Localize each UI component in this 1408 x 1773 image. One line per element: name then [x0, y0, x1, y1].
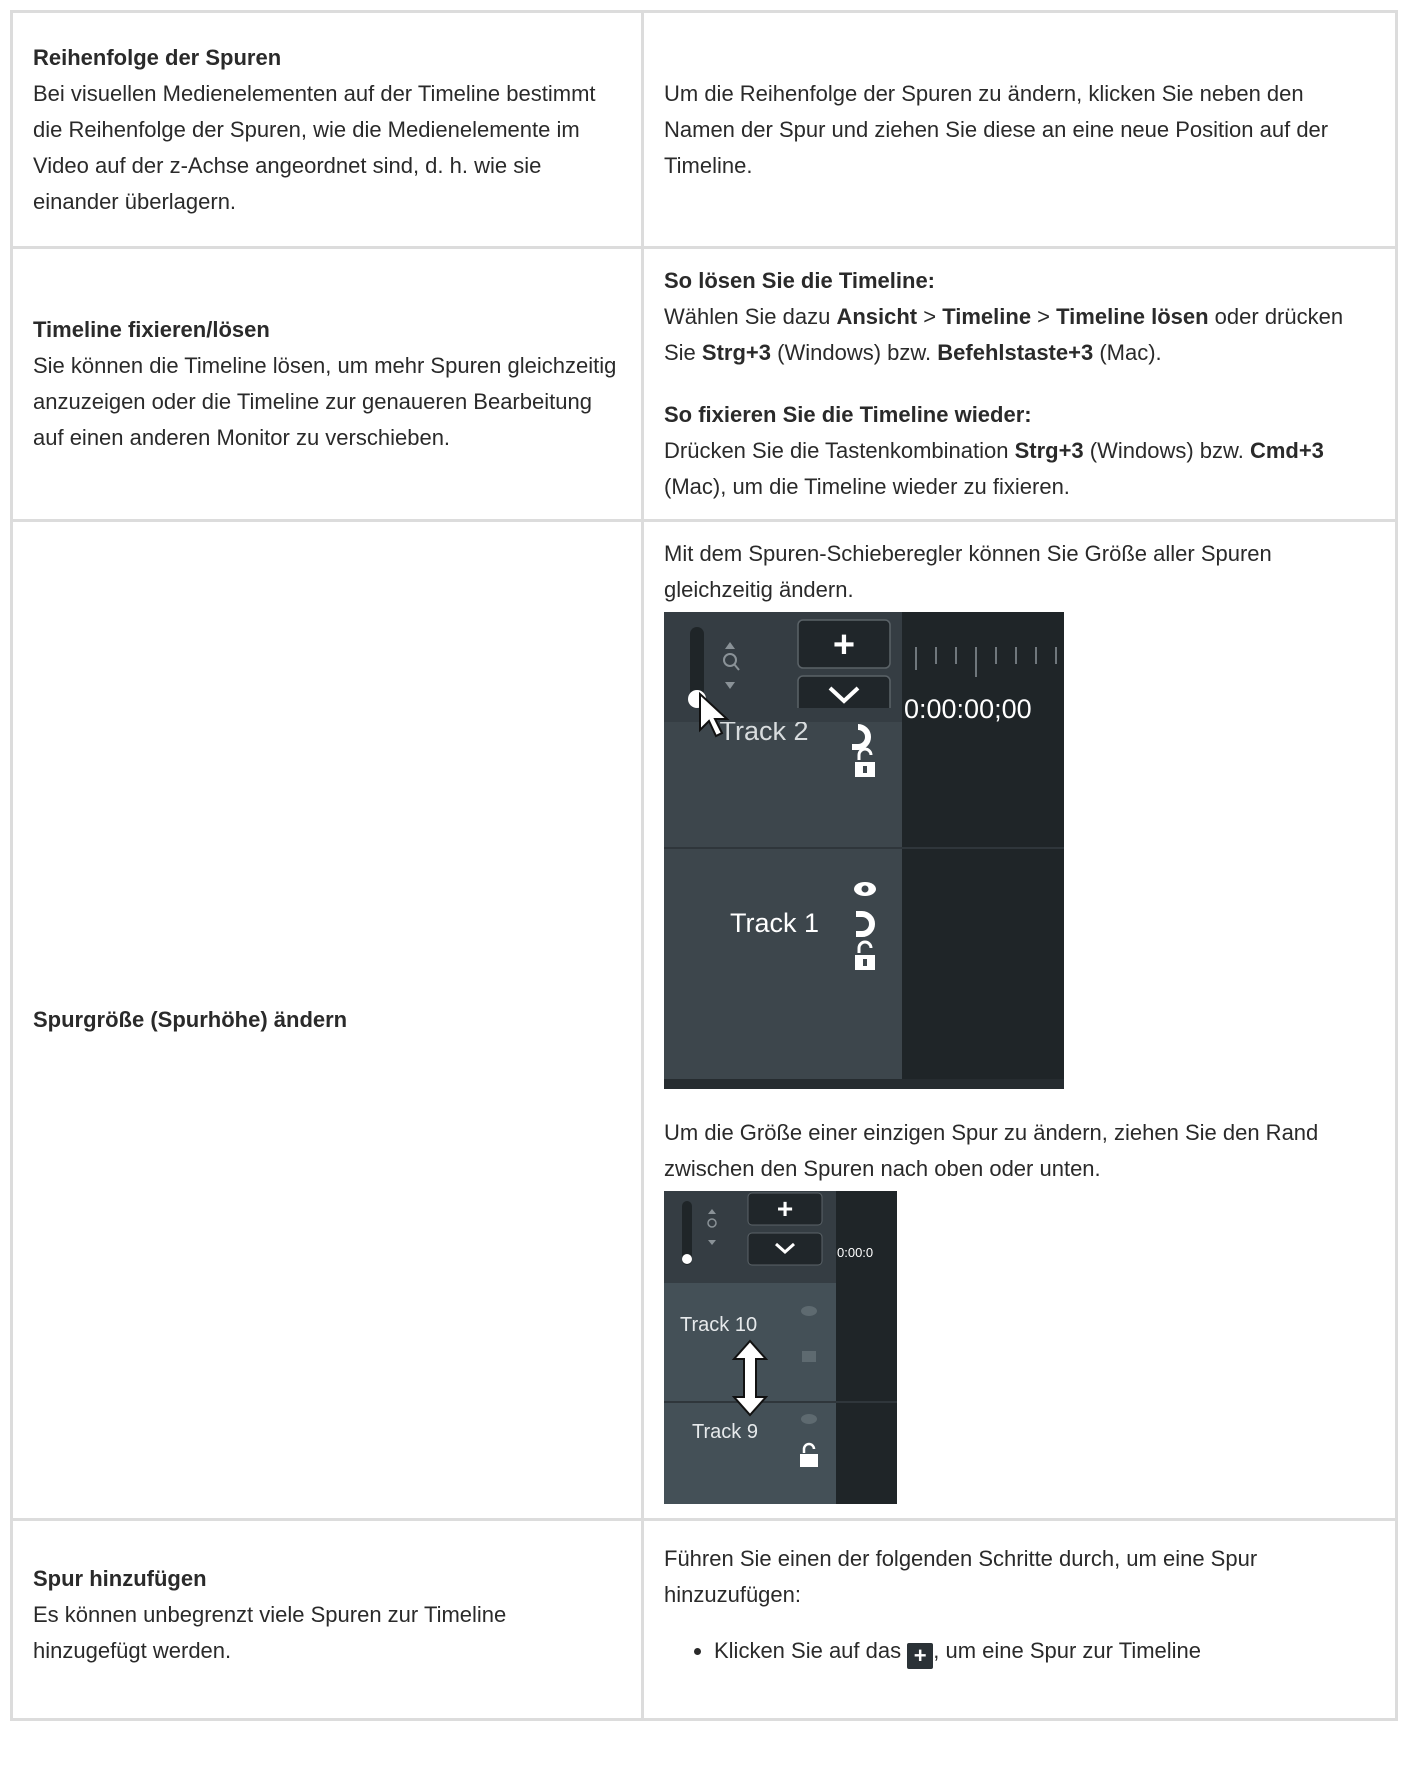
plus-icon: +: [833, 624, 855, 666]
step-list: Klicken Sie auf das +, um eine Spur zur …: [664, 1633, 1377, 1669]
row-title: Reihenfolge der Spuren: [33, 44, 282, 70]
table-row: Spurgröße (Spurhöhe) ändern Mit dem Spur…: [10, 519, 1398, 1521]
feature-cell: Spur hinzufügen Es können unbegrenzt vie…: [10, 1518, 644, 1721]
list-item: Klicken Sie auf das +, um eine Spur zur …: [714, 1633, 1377, 1669]
track-name-label: Track 9: [692, 1421, 758, 1443]
table-row: Reihenfolge der Spuren Bei visuellen Med…: [10, 10, 1398, 249]
timecode-label: 0:00:00;00: [904, 694, 1032, 724]
timecode-label: 0:00:0: [837, 1245, 873, 1260]
track-name-label: Track 1: [730, 908, 819, 938]
eye-icon: [801, 1306, 817, 1316]
dock-heading: So fixieren Sie die Timeline wieder:: [664, 402, 1032, 427]
row-title: Spurgröße (Spurhöhe) ändern: [33, 1007, 348, 1032]
instruction-text: Um die Größe einer einzigen Spur zu ände…: [664, 1120, 1319, 1181]
instruction-text: Führen Sie einen der folgenden Schritte …: [664, 1546, 1258, 1607]
slider-handle[interactable]: [682, 1254, 692, 1264]
shortcut-windows: Strg+3: [701, 340, 772, 365]
menu-path-view: Ansicht: [836, 304, 918, 329]
row-description: Es können unbegrenzt viele Spuren zur Ti…: [33, 1602, 507, 1663]
table-row: Spur hinzufügen Es können unbegrenzt vie…: [10, 1518, 1398, 1721]
instruction-cell: So lösen Sie die Timeline: Wählen Sie da…: [641, 246, 1398, 522]
feature-table: Reihenfolge der Spuren Bei visuellen Med…: [10, 10, 1398, 1721]
resize-track-screenshot: + 0:00:0 Track 10 Track 9: [664, 1191, 897, 1504]
track-slider-screenshot: 0:00:00;00 + Track 2 Track 1: [664, 612, 1064, 1089]
undock-instructions: Wählen Sie dazu Ansicht > Timeline > Tim…: [664, 304, 1344, 365]
menu-path-timeline: Timeline: [942, 304, 1032, 329]
feature-cell: Spurgröße (Spurhöhe) ändern: [10, 519, 644, 1521]
track-name-label: Track 10: [680, 1314, 757, 1336]
plus-icon: +: [907, 1643, 934, 1669]
row-title: Spur hinzufügen: [33, 1566, 207, 1591]
instruction-text: Um die Reihenfolge der Spuren zu ändern,…: [664, 80, 1329, 178]
shortcut-mac: Befehlstaste+3: [937, 340, 1094, 365]
row-description: Sie können die Timeline lösen, um mehr S…: [33, 353, 617, 450]
plus-icon: +: [777, 1193, 793, 1224]
eye-icon: [801, 1414, 817, 1424]
dock-instructions: Drücken Sie die Tastenkombination Strg+3…: [664, 438, 1324, 499]
instruction-cell: Mit dem Spuren-Schieberegler können Sie …: [641, 519, 1398, 1521]
row-title: Timeline fixieren/lösen: [33, 317, 270, 342]
feature-cell: Timeline fixieren/lösen Sie können die T…: [10, 246, 644, 522]
chevron-down-button[interactable]: [747, 1232, 823, 1266]
shortcut-windows: Strg+3: [1014, 438, 1084, 463]
instruction-cell: Führen Sie einen der folgenden Schritte …: [641, 1518, 1398, 1721]
shortcut-mac: Cmd+3: [1249, 438, 1324, 463]
eye-icon: [854, 882, 876, 896]
instruction-text: Mit dem Spuren-Schieberegler können Sie …: [664, 541, 1272, 602]
instruction-cell: Um die Reihenfolge der Spuren zu ändern,…: [641, 10, 1398, 249]
feature-cell: Reihenfolge der Spuren Bei visuellen Med…: [10, 10, 644, 249]
lock-icon: [802, 1351, 816, 1362]
undock-heading: So lösen Sie die Timeline:: [664, 268, 936, 293]
row-description: Bei visuellen Medienelementen auf der Ti…: [33, 80, 596, 214]
menu-path-undock: Timeline lösen: [1056, 304, 1209, 329]
table-row: Timeline fixieren/lösen Sie können die T…: [10, 246, 1398, 522]
